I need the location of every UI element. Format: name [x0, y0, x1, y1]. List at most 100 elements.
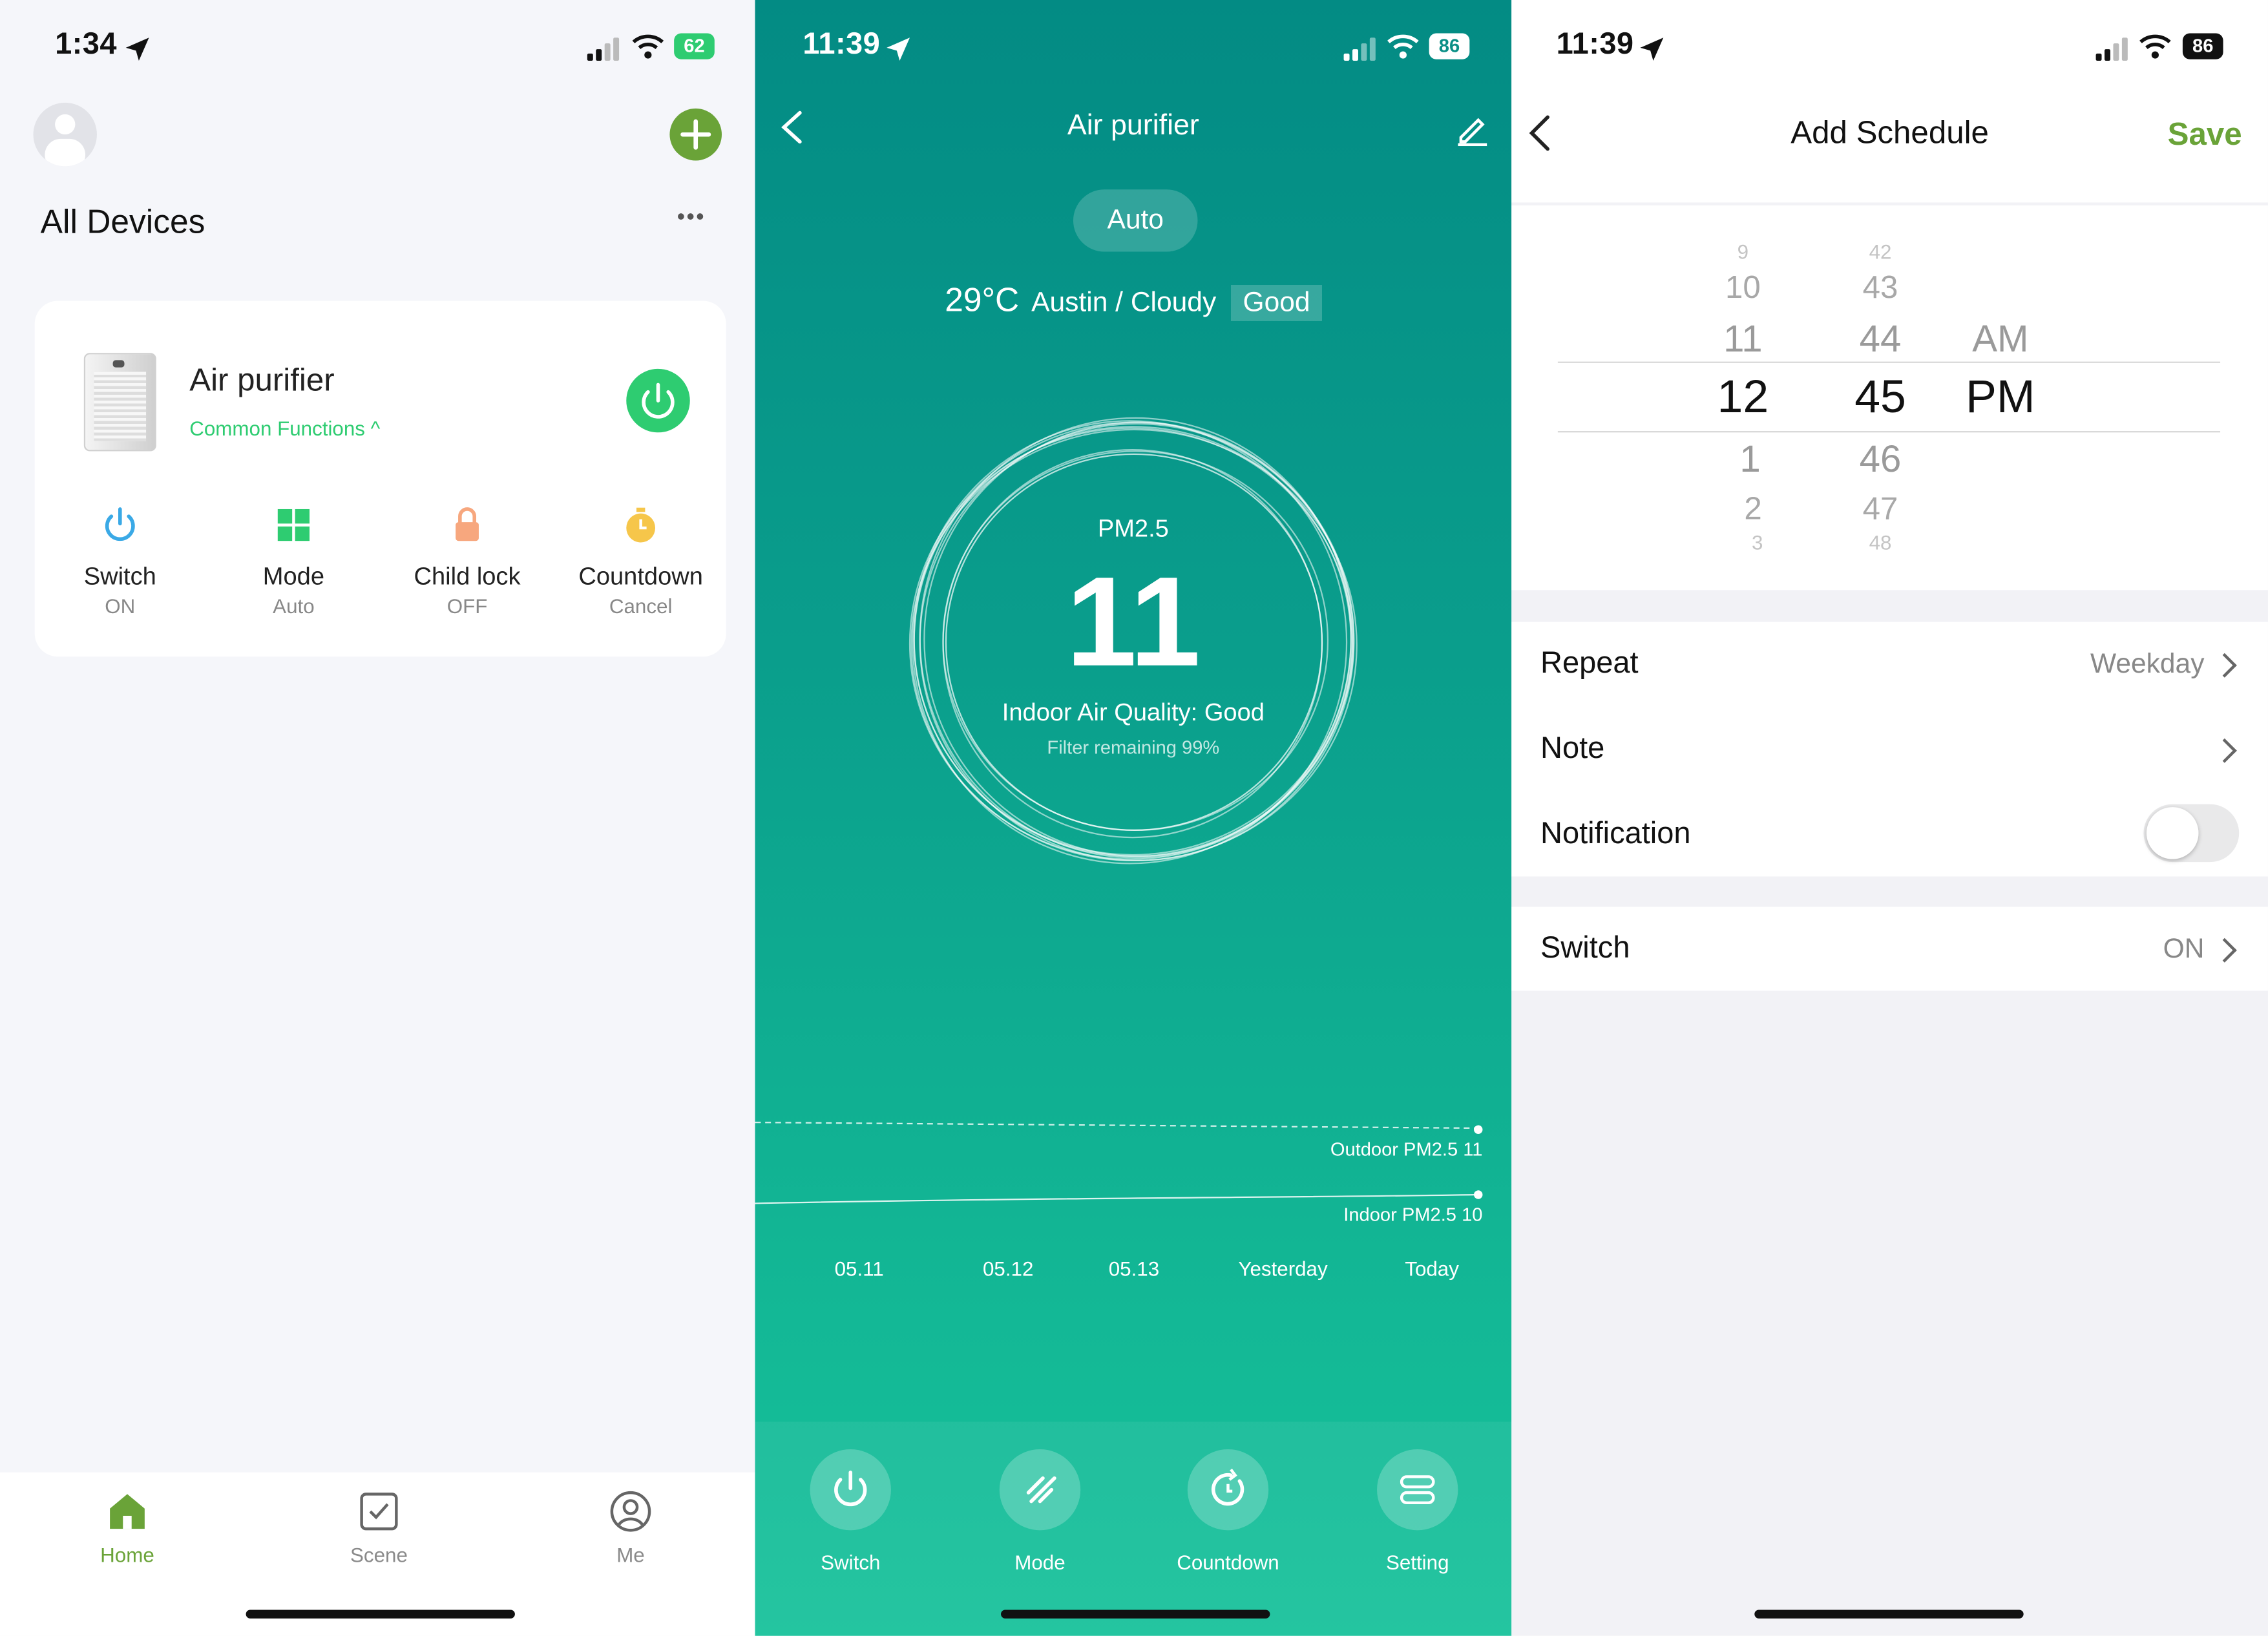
page-title: Add Schedule [1790, 114, 1989, 151]
function-label: Switch [83, 562, 156, 591]
function-countdown[interactable]: Countdown Cancel [554, 503, 728, 618]
minute-option[interactable]: 44 [1844, 317, 1916, 361]
location-arrow-icon [125, 37, 149, 61]
wifi-icon [632, 34, 664, 59]
checkbox-icon [360, 1493, 398, 1531]
mode-pill[interactable]: Auto [1073, 189, 1198, 252]
trend-date: 05.13 [1108, 1257, 1160, 1281]
page-title: Air purifier [1067, 110, 1199, 142]
note-label: Note [1540, 731, 1605, 766]
status-time: 11:39 [803, 27, 881, 61]
avatar[interactable] [33, 102, 97, 167]
tab-label: Home [100, 1543, 154, 1567]
plus-icon [680, 119, 711, 150]
countdown-button[interactable]: Countdown [1156, 1449, 1301, 1573]
time-picker[interactable]: 9 10 11 12 1 2 3 42 43 44 45 46 47 48 AM… [1511, 205, 2268, 591]
page-title: All Devices [40, 202, 205, 240]
power-icon [105, 507, 135, 541]
tab-label: Scene [350, 1543, 408, 1567]
button-label: Mode [1014, 1550, 1066, 1574]
switch-button[interactable]: Switch [778, 1449, 923, 1574]
setting-button[interactable]: Setting [1345, 1449, 1490, 1574]
notification-toggle[interactable] [2143, 804, 2240, 863]
power-icon [834, 1470, 867, 1507]
button-label: Switch [821, 1550, 881, 1574]
add-device-button[interactable] [669, 108, 722, 161]
hour-option[interactable]: 1 [1714, 437, 1787, 481]
temperature: 29°C [945, 280, 1020, 319]
wifi-icon [1387, 34, 1419, 59]
home-indicator [1754, 1610, 2024, 1619]
user-icon [610, 1491, 651, 1532]
grid-icon [277, 509, 310, 541]
hour-option[interactable]: 2 [1717, 490, 1789, 528]
chevron-right-icon [2212, 738, 2237, 763]
repeat-label: Repeat [1540, 646, 1639, 680]
minute-option[interactable]: 47 [1844, 490, 1916, 528]
function-value: ON [105, 594, 136, 618]
status-time: 11:39 [1556, 27, 1634, 61]
function-value: Auto [273, 594, 315, 618]
function-mode[interactable]: Mode Auto [207, 503, 381, 618]
ampm-option[interactable]: AM [1957, 317, 2044, 361]
tab-home[interactable]: Home [55, 1490, 200, 1567]
home-indicator [246, 1610, 515, 1619]
repeat-value: Weekday [2090, 649, 2205, 680]
power-icon [642, 383, 675, 419]
function-child-lock[interactable]: Child lock OFF [381, 503, 554, 618]
schedule-options: Repeat Weekday Note Notification [1511, 622, 2268, 877]
tab-label: Me [616, 1543, 645, 1567]
device-power-button[interactable] [626, 368, 690, 433]
minute-option[interactable]: 42 [1844, 240, 1916, 264]
pm25-label: PM2.5 [1097, 514, 1169, 543]
timer-refresh-icon [1211, 1468, 1244, 1506]
chevron-right-icon [2212, 653, 2237, 678]
function-switch[interactable]: Switch ON [33, 503, 207, 618]
device-name: Air purifier [189, 361, 335, 398]
signal-icon [587, 35, 625, 61]
function-label: Mode [262, 562, 325, 591]
hour-option[interactable]: 3 [1721, 531, 1794, 554]
pm25-trend-lines [755, 1121, 1483, 1204]
switch-row[interactable]: Switch ON [1511, 907, 2268, 991]
hour-option[interactable]: 9 [1706, 240, 1779, 264]
outdoor-pm25-label: Outdoor PM2.5 11 [1330, 1138, 1483, 1160]
save-button[interactable]: Save [2168, 116, 2242, 153]
hour-option[interactable]: 10 [1706, 269, 1779, 306]
minute-selected[interactable]: 45 [1840, 370, 1920, 424]
timer-icon [626, 507, 656, 543]
status-time: 1:34 [55, 27, 117, 61]
mode-button[interactable]: Mode [968, 1449, 1113, 1574]
switch-label: Switch [1540, 931, 1630, 965]
tab-me[interactable]: Me [558, 1490, 703, 1567]
button-label: Setting [1385, 1550, 1449, 1574]
minute-option[interactable]: 48 [1844, 531, 1916, 554]
tab-scene[interactable]: Scene [307, 1490, 452, 1567]
common-functions-link[interactable]: Common Functions ^ [189, 417, 380, 440]
outdoor-quality-badge: Good [1231, 284, 1322, 321]
home-indicator [1001, 1610, 1270, 1619]
function-label: Child lock [414, 562, 521, 591]
note-row[interactable]: Note [1511, 708, 2268, 792]
trend-date: 05.11 [834, 1257, 884, 1281]
chevron-right-icon [2212, 938, 2237, 963]
more-options-button[interactable]: ••• [677, 205, 706, 231]
screen-add-schedule: 11:39 86 Add Schedule Save 9 10 11 12 1 … [1511, 0, 2268, 1636]
hour-selected[interactable]: 12 [1703, 370, 1783, 424]
ampm-selected[interactable]: PM [1954, 370, 2046, 424]
edit-pencil-icon[interactable] [1455, 111, 1490, 147]
repeat-row[interactable]: Repeat Weekday [1511, 622, 2268, 706]
signal-icon [2095, 35, 2134, 61]
mode-slashes-icon [1026, 1476, 1056, 1504]
minute-option[interactable]: 46 [1844, 437, 1916, 481]
hour-option[interactable]: 11 [1706, 317, 1779, 361]
location-arrow-icon [1640, 37, 1664, 61]
air-purifier-image [83, 353, 156, 452]
battery-indicator: 62 [674, 33, 715, 59]
trend-date: Yesterday [1238, 1257, 1328, 1281]
pm25-value: 11 [1066, 549, 1201, 693]
notification-label: Notification [1540, 817, 1691, 851]
minute-option[interactable]: 43 [1844, 269, 1916, 306]
indoor-pm25-label: Indoor PM2.5 10 [1343, 1203, 1483, 1226]
trend-date: Today [1405, 1257, 1459, 1281]
